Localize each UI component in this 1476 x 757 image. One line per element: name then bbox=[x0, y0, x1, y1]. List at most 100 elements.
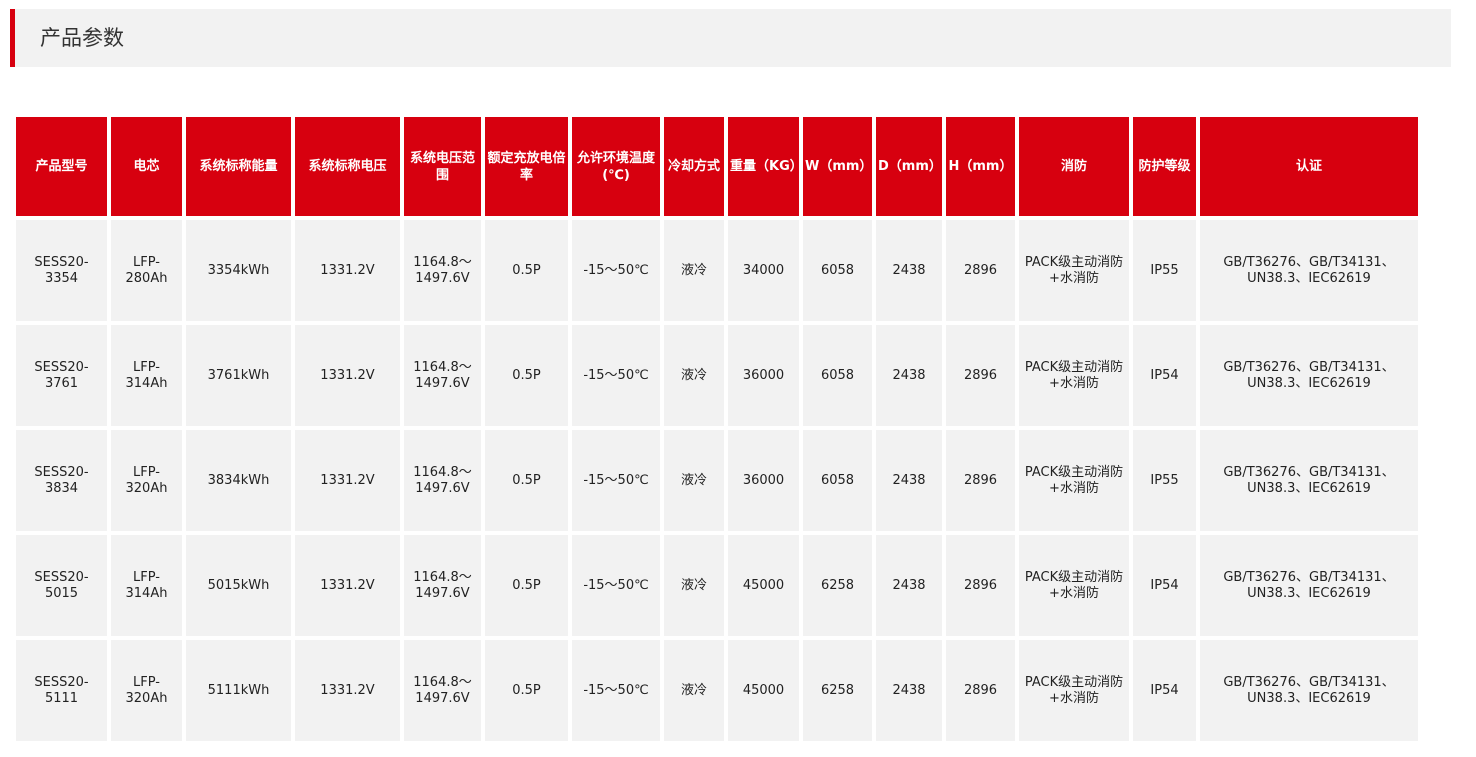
cell-cooling: 液冷 bbox=[664, 640, 724, 741]
cell-ip-rating: IP54 bbox=[1133, 535, 1196, 636]
header-ambient-temp: 允许环境温度(℃) bbox=[572, 117, 660, 216]
cell-certification: GB/T36276、GB/T34131、UN38.3、IEC62619 bbox=[1200, 220, 1418, 321]
cell-nominal-energy: 5111kWh bbox=[186, 640, 291, 741]
cell-ip-rating: IP55 bbox=[1133, 430, 1196, 531]
cell-weight: 34000 bbox=[728, 220, 799, 321]
header-ip-rating: 防护等级 bbox=[1133, 117, 1196, 216]
cell-nominal-energy: 5015kWh bbox=[186, 535, 291, 636]
cell-depth: 2438 bbox=[876, 640, 942, 741]
cell-nominal-energy: 3834kWh bbox=[186, 430, 291, 531]
cell-depth: 2438 bbox=[876, 535, 942, 636]
cell-height: 2896 bbox=[946, 535, 1015, 636]
cell-width: 6058 bbox=[803, 325, 872, 426]
cell-height: 2896 bbox=[946, 220, 1015, 321]
header-depth: D（mm） bbox=[876, 117, 942, 216]
cell-fire-protection: PACK级主动消防+水消防 bbox=[1019, 640, 1129, 741]
cell-ip-rating: IP54 bbox=[1133, 640, 1196, 741]
header-nominal-energy: 系统标称能量 bbox=[186, 117, 291, 216]
header-certification: 认证 bbox=[1200, 117, 1418, 216]
cell-rated-c-rate: 0.5P bbox=[485, 220, 568, 321]
cell-certification: GB/T36276、GB/T34131、UN38.3、IEC62619 bbox=[1200, 640, 1418, 741]
section-header: 产品参数 bbox=[10, 9, 1451, 67]
cell-voltage-range: 1164.8～1497.6V bbox=[404, 640, 481, 741]
table-row: SESS20-3761 LFP-314Ah 3761kWh 1331.2V 11… bbox=[16, 325, 1418, 426]
cell-cell-type: LFP-320Ah bbox=[111, 430, 182, 531]
cell-ambient-temp: -15～50℃ bbox=[572, 220, 660, 321]
cell-certification: GB/T36276、GB/T34131、UN38.3、IEC62619 bbox=[1200, 430, 1418, 531]
cell-certification: GB/T36276、GB/T34131、UN38.3、IEC62619 bbox=[1200, 535, 1418, 636]
table-row: SESS20-3834 LFP-320Ah 3834kWh 1331.2V 11… bbox=[16, 430, 1418, 531]
header-voltage-range: 系统电压范围 bbox=[404, 117, 481, 216]
cell-depth: 2438 bbox=[876, 220, 942, 321]
cell-fire-protection: PACK级主动消防+水消防 bbox=[1019, 220, 1129, 321]
cell-depth: 2438 bbox=[876, 430, 942, 531]
cell-nominal-voltage: 1331.2V bbox=[295, 220, 400, 321]
cell-rated-c-rate: 0.5P bbox=[485, 325, 568, 426]
cell-depth: 2438 bbox=[876, 325, 942, 426]
cell-ambient-temp: -15～50℃ bbox=[572, 640, 660, 741]
cell-ip-rating: IP55 bbox=[1133, 220, 1196, 321]
header-width: W（mm） bbox=[803, 117, 872, 216]
cell-nominal-voltage: 1331.2V bbox=[295, 325, 400, 426]
cell-fire-protection: PACK级主动消防+水消防 bbox=[1019, 430, 1129, 531]
cell-height: 2896 bbox=[946, 640, 1015, 741]
header-cell-type: 电芯 bbox=[111, 117, 182, 216]
cell-height: 2896 bbox=[946, 430, 1015, 531]
cell-cell-type: LFP-280Ah bbox=[111, 220, 182, 321]
cell-certification: GB/T36276、GB/T34131、UN38.3、IEC62619 bbox=[1200, 325, 1418, 426]
cell-nominal-energy: 3354kWh bbox=[186, 220, 291, 321]
cell-nominal-voltage: 1331.2V bbox=[295, 640, 400, 741]
cell-fire-protection: PACK级主动消防+水消防 bbox=[1019, 535, 1129, 636]
cell-rated-c-rate: 0.5P bbox=[485, 430, 568, 531]
cell-voltage-range: 1164.8～1497.6V bbox=[404, 220, 481, 321]
cell-weight: 36000 bbox=[728, 430, 799, 531]
cell-rated-c-rate: 0.5P bbox=[485, 535, 568, 636]
table-row: SESS20-3354 LFP-280Ah 3354kWh 1331.2V 11… bbox=[16, 220, 1418, 321]
cell-voltage-range: 1164.8～1497.6V bbox=[404, 535, 481, 636]
cell-width: 6058 bbox=[803, 220, 872, 321]
cell-weight: 45000 bbox=[728, 535, 799, 636]
cell-cell-type: LFP-314Ah bbox=[111, 535, 182, 636]
header-cooling: 冷却方式 bbox=[664, 117, 724, 216]
cell-model: SESS20-3834 bbox=[16, 430, 107, 531]
cell-rated-c-rate: 0.5P bbox=[485, 640, 568, 741]
cell-ambient-temp: -15～50℃ bbox=[572, 325, 660, 426]
header-rated-c-rate: 额定充放电倍率 bbox=[485, 117, 568, 216]
cell-model: SESS20-3761 bbox=[16, 325, 107, 426]
cell-ambient-temp: -15～50℃ bbox=[572, 430, 660, 531]
header-model: 产品型号 bbox=[16, 117, 107, 216]
cell-cooling: 液冷 bbox=[664, 535, 724, 636]
cell-cell-type: LFP-320Ah bbox=[111, 640, 182, 741]
spec-table: 产品型号 电芯 系统标称能量 系统标称电压 系统电压范围 额定充放电倍率 允许环… bbox=[12, 113, 1422, 745]
cell-model: SESS20-5015 bbox=[16, 535, 107, 636]
cell-width: 6258 bbox=[803, 640, 872, 741]
cell-height: 2896 bbox=[946, 325, 1015, 426]
cell-cooling: 液冷 bbox=[664, 325, 724, 426]
cell-cooling: 液冷 bbox=[664, 220, 724, 321]
table-header-row: 产品型号 电芯 系统标称能量 系统标称电压 系统电压范围 额定充放电倍率 允许环… bbox=[16, 117, 1418, 216]
spec-table-container: 产品型号 电芯 系统标称能量 系统标称电压 系统电压范围 额定充放电倍率 允许环… bbox=[12, 113, 1422, 745]
cell-nominal-voltage: 1331.2V bbox=[295, 430, 400, 531]
table-row: SESS20-5015 LFP-314Ah 5015kWh 1331.2V 11… bbox=[16, 535, 1418, 636]
cell-cooling: 液冷 bbox=[664, 430, 724, 531]
header-weight: 重量（KG） bbox=[728, 117, 803, 216]
cell-fire-protection: PACK级主动消防+水消防 bbox=[1019, 325, 1129, 426]
cell-nominal-voltage: 1331.2V bbox=[295, 535, 400, 636]
cell-model: SESS20-5111 bbox=[16, 640, 107, 741]
cell-weight: 45000 bbox=[728, 640, 799, 741]
cell-weight: 36000 bbox=[728, 325, 799, 426]
header-fire-protection: 消防 bbox=[1019, 117, 1129, 216]
cell-width: 6058 bbox=[803, 430, 872, 531]
table-row: SESS20-5111 LFP-320Ah 5111kWh 1331.2V 11… bbox=[16, 640, 1418, 741]
cell-model: SESS20-3354 bbox=[16, 220, 107, 321]
section-title: 产品参数 bbox=[40, 26, 124, 50]
cell-nominal-energy: 3761kWh bbox=[186, 325, 291, 426]
header-nominal-voltage: 系统标称电压 bbox=[295, 117, 400, 216]
cell-width: 6258 bbox=[803, 535, 872, 636]
cell-ip-rating: IP54 bbox=[1133, 325, 1196, 426]
cell-voltage-range: 1164.8～1497.6V bbox=[404, 430, 481, 531]
cell-cell-type: LFP-314Ah bbox=[111, 325, 182, 426]
cell-voltage-range: 1164.8～1497.6V bbox=[404, 325, 481, 426]
header-height: H（mm） bbox=[946, 117, 1015, 216]
cell-ambient-temp: -15～50℃ bbox=[572, 535, 660, 636]
